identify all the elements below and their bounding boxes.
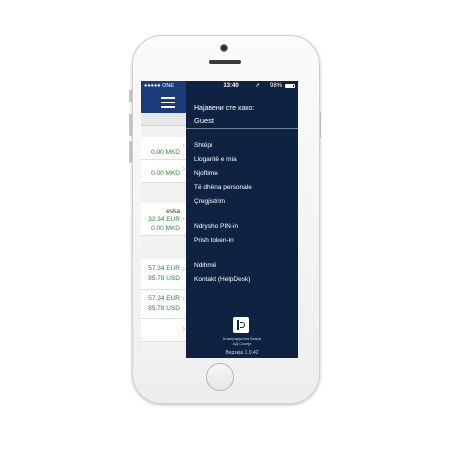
account-card[interactable]: › [141, 319, 186, 342]
chevron-right-icon: › [182, 264, 185, 273]
chevron-right-icon: › [182, 164, 185, 173]
app-subheader [141, 113, 186, 126]
bank-logo-icon [233, 317, 249, 333]
account-card[interactable]: 0.00 MKD › [141, 160, 186, 183]
account-card[interactable]: eska 32.34 EUR 0.00 MKD › [141, 203, 186, 236]
menu-item-home[interactable]: Shtëpi [194, 142, 212, 149]
battery-percent: 98% [269, 83, 282, 89]
account-amount: 0.00 MKD [151, 225, 180, 232]
app-version: Верзија 1.0.42 [225, 350, 259, 356]
front-camera [220, 44, 228, 52]
battery-icon [285, 84, 295, 88]
account-card[interactable]: 0.00 MKD › [141, 137, 186, 160]
earpiece-speaker [209, 60, 241, 64]
menu-item-delete-token[interactable]: Prish token-in [194, 237, 234, 244]
menu-item-personal-data[interactable]: Të dhëna personale [194, 184, 252, 191]
account-amount: 85.78 USD [148, 305, 180, 312]
menu-item-change-pin[interactable]: Ndrysho PIN-in [194, 223, 238, 230]
chevron-right-icon: › [182, 294, 185, 303]
phone-screen: ●●●●● ONE 0.00 MKD › 0.00 MKD › eska 32.… [141, 81, 298, 358]
account-name: eska [166, 208, 180, 215]
menu-item-notifications[interactable]: Njoftime [194, 170, 218, 177]
status-time: 13:40 [223, 83, 239, 89]
chevron-right-icon: › [182, 214, 185, 223]
status-bar: 13:40 ➚ 98% [186, 81, 298, 91]
side-drawer: 13:40 ➚ 98% Најавени сте како: Guest Sht… [186, 81, 298, 358]
account-amount: 57.34 EUR [148, 295, 180, 302]
account-amount: 0.00 MKD [151, 170, 180, 177]
menu-item-unregister[interactable]: Çregjistrim [194, 198, 225, 205]
hamburger-icon[interactable] [161, 97, 175, 108]
menu-item-contact-helpdesk[interactable]: Kontakt (HelpDesk) [194, 276, 250, 283]
account-card[interactable]: 57.34 EUR 85.78 USD › [141, 259, 186, 290]
bank-name-suffix: АД Скопје [232, 341, 252, 346]
menu-item-my-accounts[interactable]: Llogaritë e mia [194, 156, 237, 163]
chevron-right-icon: › [182, 324, 185, 333]
account-amount: 32.34 EUR [148, 216, 180, 223]
menu-item-help[interactable]: Ndihmë [194, 262, 216, 269]
account-amount: 57.34 EUR [148, 265, 180, 272]
background-status-bar: ●●●●● ONE [141, 81, 186, 91]
account-amount: 85.78 USD [148, 275, 180, 282]
logged-in-label: Најавени сте како: [194, 105, 255, 112]
divider [186, 128, 298, 129]
user-name: Guest [194, 116, 215, 125]
background-app: ●●●●● ONE 0.00 MKD › 0.00 MKD › eska 32.… [141, 81, 186, 358]
account-card[interactable]: 57.34 EUR 85.78 USD › [141, 290, 186, 319]
carrier-label: ●●●●● ONE [144, 83, 175, 89]
chevron-right-icon: › [182, 141, 185, 150]
location-arrow-icon: ➚ [254, 83, 260, 89]
home-button[interactable] [206, 363, 234, 391]
account-amount: 0.00 MKD [151, 149, 180, 156]
